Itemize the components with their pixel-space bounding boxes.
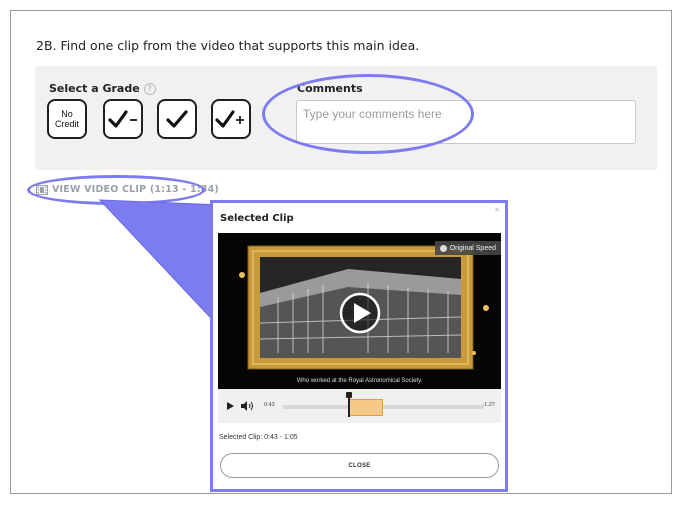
check-plus-icon [215, 110, 244, 128]
video-player[interactable]: Original Speed Who worked at the Royal A… [218, 233, 501, 389]
time-remaining: -1:27 [482, 402, 495, 408]
grade-label-text: Select a Grade [49, 82, 140, 95]
grade-no-credit-button[interactable]: No Credit [47, 99, 87, 139]
view-video-clip-text: VIEW VIDEO CLIP (1:13 - 1:34) [52, 184, 219, 195]
close-icon[interactable]: × [494, 205, 500, 216]
grade-check-minus-button[interactable] [103, 99, 143, 139]
film-icon [36, 184, 48, 195]
video-caption: Who worked at the Royal Astronomical Soc… [296, 378, 423, 384]
time-elapsed: 0:43 [264, 402, 275, 408]
clip-selection-range[interactable] [348, 399, 383, 416]
view-video-clip-link[interactable]: VIEW VIDEO CLIP (1:13 - 1:34) [36, 184, 219, 195]
check-icon [166, 110, 188, 128]
progress-track[interactable] [282, 405, 484, 409]
video-frame-image [218, 233, 501, 389]
no-credit-label: No Credit [54, 109, 79, 129]
video-controls: 0:43 -1:27 [218, 389, 501, 423]
speed-icon [439, 244, 447, 252]
grade-label: Select a Grade ? [49, 82, 156, 95]
selected-clip-popup: Selected Clip × Original Speed Who worke… [210, 200, 508, 492]
volume-icon[interactable] [241, 401, 255, 411]
comments-label: Comments [297, 82, 363, 95]
selected-clip-info: Selected Clip: 0:43 - 1:05 [219, 434, 298, 441]
playhead-cap[interactable] [345, 392, 352, 398]
check-minus-icon [108, 110, 137, 128]
grade-check-button[interactable] [157, 99, 197, 139]
play-icon[interactable] [227, 402, 234, 410]
question-circle-icon[interactable]: ? [143, 82, 156, 95]
speed-label: Original Speed [449, 244, 496, 252]
close-button[interactable]: CLOSE [220, 453, 499, 478]
comments-input[interactable] [296, 100, 636, 144]
question-text: 2B. Find one clip from the video that su… [36, 38, 420, 53]
popup-title: Selected Clip [220, 213, 294, 224]
speed-badge[interactable]: Original Speed [434, 241, 501, 255]
grade-check-plus-button[interactable] [211, 99, 251, 139]
